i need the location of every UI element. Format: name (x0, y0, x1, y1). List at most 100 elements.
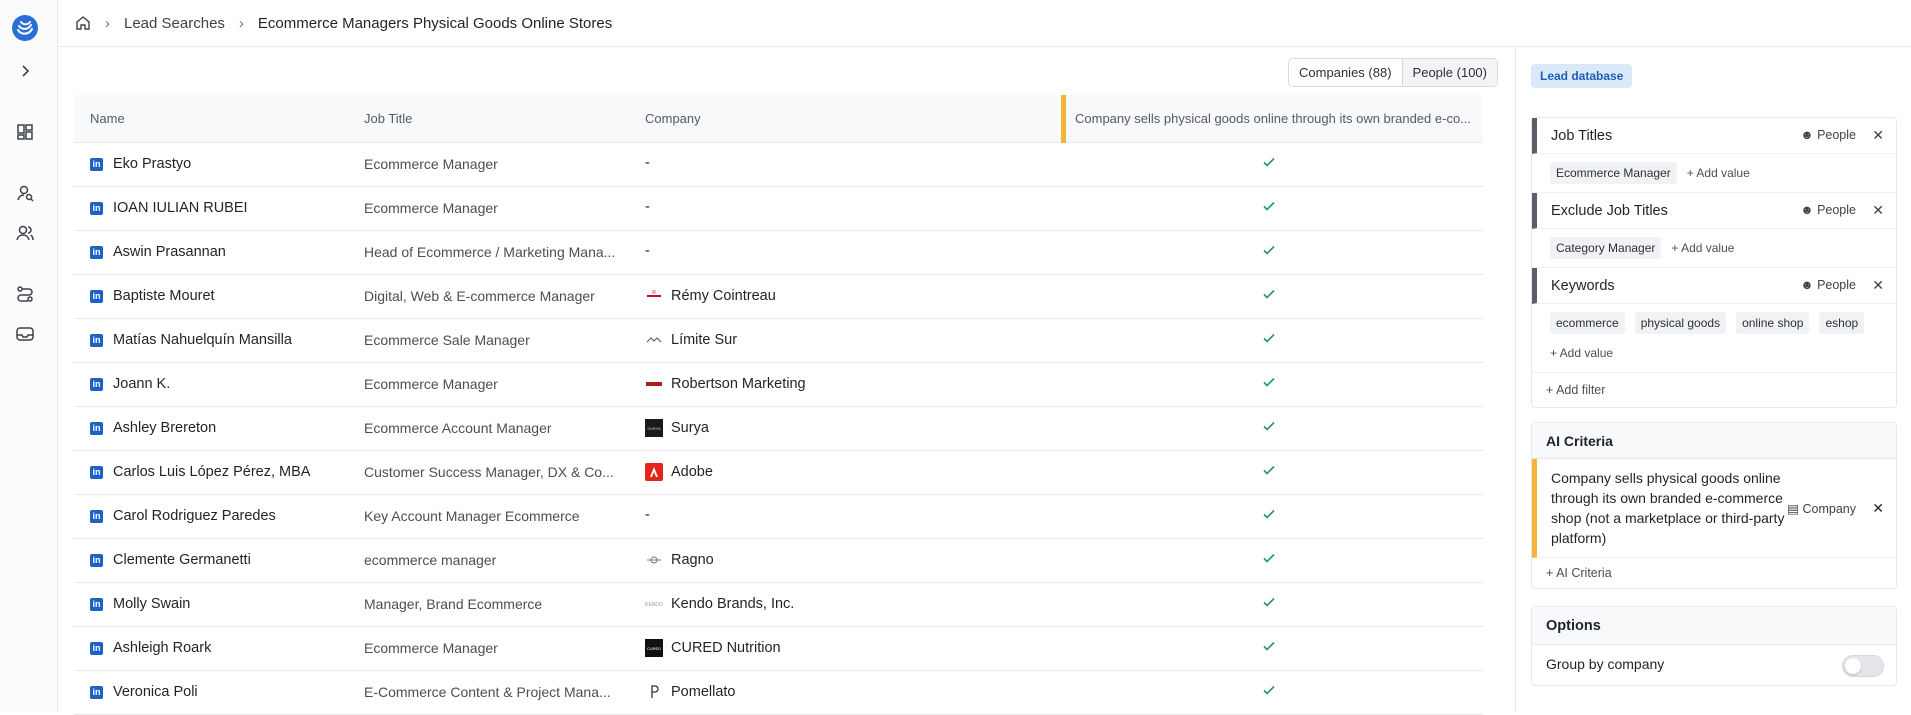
filter-value-chip[interactable]: ecommerce (1550, 312, 1625, 334)
remove-filter-icon[interactable]: ✕ (1872, 277, 1884, 294)
linkedin-icon[interactable]: in (90, 377, 103, 391)
linkedin-icon[interactable]: in (90, 465, 103, 479)
linkedin-icon[interactable]: in (90, 421, 103, 435)
lead-database-badge[interactable]: Lead database (1531, 64, 1633, 88)
lead-name-cell[interactable]: in Veronica Poli (90, 684, 198, 700)
remove-filter-icon[interactable]: ✕ (1872, 202, 1884, 219)
linkedin-icon[interactable]: in (90, 685, 103, 699)
lead-name-cell[interactable]: in IOAN IULIAN RUBEI (90, 200, 248, 216)
filter-header[interactable]: Exclude Job Titles ☻ People ✕ (1532, 193, 1896, 229)
column-header-ai-criteria[interactable]: Company sells physical goods online thro… (1061, 95, 1483, 143)
table-row[interactable]: in Ashleigh Roark Ecommerce Manager CURE… (74, 627, 1483, 671)
lead-name[interactable]: Joann K. (113, 376, 170, 392)
table-row[interactable]: in Baptiste Mouret Digital, Web & E-comm… (74, 275, 1483, 319)
company-cell[interactable]: Ragno (645, 551, 714, 569)
linkedin-icon[interactable]: in (90, 245, 103, 259)
sequences-icon[interactable] (14, 283, 36, 305)
lead-name[interactable]: Veronica Poli (113, 684, 198, 700)
company-cell[interactable]: - (645, 507, 650, 523)
inbox-icon[interactable] (14, 323, 36, 345)
filter-header[interactable]: Job Titles ☻ People ✕ (1532, 118, 1896, 154)
table-row[interactable]: in Veronica Poli E-Commerce Content & Pr… (74, 671, 1483, 715)
expand-chevron-icon[interactable] (14, 60, 36, 82)
company-cell[interactable]: R Rémy Cointreau (645, 287, 776, 305)
company-cell[interactable]: KENDO Kendo Brands, Inc. (645, 595, 794, 613)
lead-name[interactable]: IOAN IULIAN RUBEI (113, 200, 248, 216)
add-value-button[interactable]: + Add value (1550, 342, 1613, 364)
company-cell[interactable]: Adobe (645, 463, 713, 481)
table-row[interactable]: in Ashley Brereton Ecommerce Account Man… (74, 407, 1483, 451)
lead-name[interactable]: Ashley Brereton (113, 420, 216, 436)
app-logo-icon[interactable] (11, 14, 39, 42)
company-cell[interactable]: SURYA Surya (645, 419, 709, 437)
remove-ai-criterion-icon[interactable]: ✕ (1872, 498, 1884, 518)
add-value-button[interactable]: + Add value (1687, 162, 1750, 184)
lead-name[interactable]: Molly Swain (113, 596, 190, 612)
table-row[interactable]: in Carlos Luis López Pérez, MBA Customer… (74, 451, 1483, 495)
linkedin-icon[interactable]: in (90, 509, 103, 523)
company-cell[interactable]: - (645, 243, 650, 259)
lead-name[interactable]: Aswin Prasannan (113, 244, 226, 260)
lead-name-cell[interactable]: in Molly Swain (90, 596, 190, 612)
group-by-company-toggle[interactable] (1842, 655, 1884, 677)
lead-name[interactable]: Carol Rodriguez Paredes (113, 508, 276, 524)
table-row[interactable]: in Matías Nahuelquín Mansilla Ecommerce … (74, 319, 1483, 363)
linkedin-icon[interactable]: in (90, 641, 103, 655)
filter-value-chip[interactable]: Category Manager (1550, 237, 1662, 259)
filter-value-chip[interactable]: Ecommerce Manager (1550, 162, 1677, 184)
table-row[interactable]: in IOAN IULIAN RUBEI Ecommerce Manager - (74, 187, 1483, 231)
linkedin-icon[interactable]: in (90, 553, 103, 567)
lead-name[interactable]: Clemente Germanetti (113, 552, 251, 568)
dashboard-icon[interactable] (14, 121, 36, 143)
table-row[interactable]: in Eko Prastyo Ecommerce Manager - (74, 143, 1483, 187)
lead-name[interactable]: Eko Prastyo (113, 156, 191, 172)
company-cell[interactable]: CURED CURED Nutrition (645, 639, 781, 657)
lead-name[interactable]: Ashleigh Roark (113, 640, 211, 656)
table-row[interactable]: in Molly Swain Manager, Brand Ecommerce … (74, 583, 1483, 627)
lead-name-cell[interactable]: in Carol Rodriguez Paredes (90, 508, 276, 524)
lead-name-cell[interactable]: in Ashley Brereton (90, 420, 216, 436)
filter-value-chip[interactable]: eshop (1819, 312, 1865, 334)
lead-name[interactable]: Matías Nahuelquín Mansilla (113, 332, 292, 348)
column-header-company[interactable]: Company (645, 111, 701, 126)
linkedin-icon[interactable]: in (90, 289, 103, 303)
table-row[interactable]: in Clemente Germanetti ecommerce manager… (74, 539, 1483, 583)
filter-value-chip[interactable]: physical goods (1634, 312, 1727, 334)
lead-name-cell[interactable]: in Matías Nahuelquín Mansilla (90, 332, 292, 348)
lead-name[interactable]: Carlos Luis López Pérez, MBA (113, 464, 310, 480)
user-search-icon[interactable] (14, 182, 36, 204)
lead-name-cell[interactable]: in Joann K. (90, 376, 170, 392)
table-row[interactable]: in Carol Rodriguez Paredes Key Account M… (74, 495, 1483, 539)
home-icon[interactable] (75, 15, 91, 31)
companies-tab[interactable]: Companies (88) (1289, 59, 1402, 86)
company-cell[interactable]: Robertson Marketing (645, 375, 806, 393)
lead-name-cell[interactable]: in Ashleigh Roark (90, 640, 211, 656)
linkedin-icon[interactable]: in (90, 597, 103, 611)
linkedin-icon[interactable]: in (90, 333, 103, 347)
linkedin-icon[interactable]: in (90, 157, 103, 171)
column-header-job-title[interactable]: Job Title (364, 111, 412, 126)
filter-header[interactable]: Keywords ☻ People ✕ (1532, 268, 1896, 304)
lead-name-cell[interactable]: in Eko Prastyo (90, 156, 191, 172)
lead-name-cell[interactable]: in Carlos Luis López Pérez, MBA (90, 464, 310, 480)
company-cell[interactable]: - (645, 199, 650, 215)
breadcrumb-lead-searches[interactable]: Lead Searches (124, 15, 225, 32)
add-value-button[interactable]: + Add value (1671, 237, 1734, 259)
lead-name[interactable]: Baptiste Mouret (113, 288, 215, 304)
table-row[interactable]: in Aswin Prasannan Head of Ecommerce / M… (74, 231, 1483, 275)
linkedin-icon[interactable]: in (90, 201, 103, 215)
lead-name-cell[interactable]: in Clemente Germanetti (90, 552, 251, 568)
add-ai-criteria-button[interactable]: + AI Criteria (1532, 558, 1896, 588)
company-cell[interactable]: - (645, 155, 650, 171)
remove-filter-icon[interactable]: ✕ (1872, 127, 1884, 144)
table-row[interactable]: in Joann K. Ecommerce Manager Robertson … (74, 363, 1483, 407)
add-filter-button[interactable]: + Add filter (1532, 373, 1896, 407)
ai-criterion[interactable]: Company sells physical goods online thro… (1532, 459, 1896, 558)
people-tab[interactable]: People (100) (1401, 59, 1497, 86)
company-cell[interactable]: Pomellato (645, 683, 735, 701)
column-header-name[interactable]: Name (90, 111, 125, 126)
company-cell[interactable]: Límite Sur (645, 331, 737, 349)
filter-value-chip[interactable]: online shop (1736, 312, 1810, 334)
lead-name-cell[interactable]: in Baptiste Mouret (90, 288, 215, 304)
lead-name-cell[interactable]: in Aswin Prasannan (90, 244, 226, 260)
